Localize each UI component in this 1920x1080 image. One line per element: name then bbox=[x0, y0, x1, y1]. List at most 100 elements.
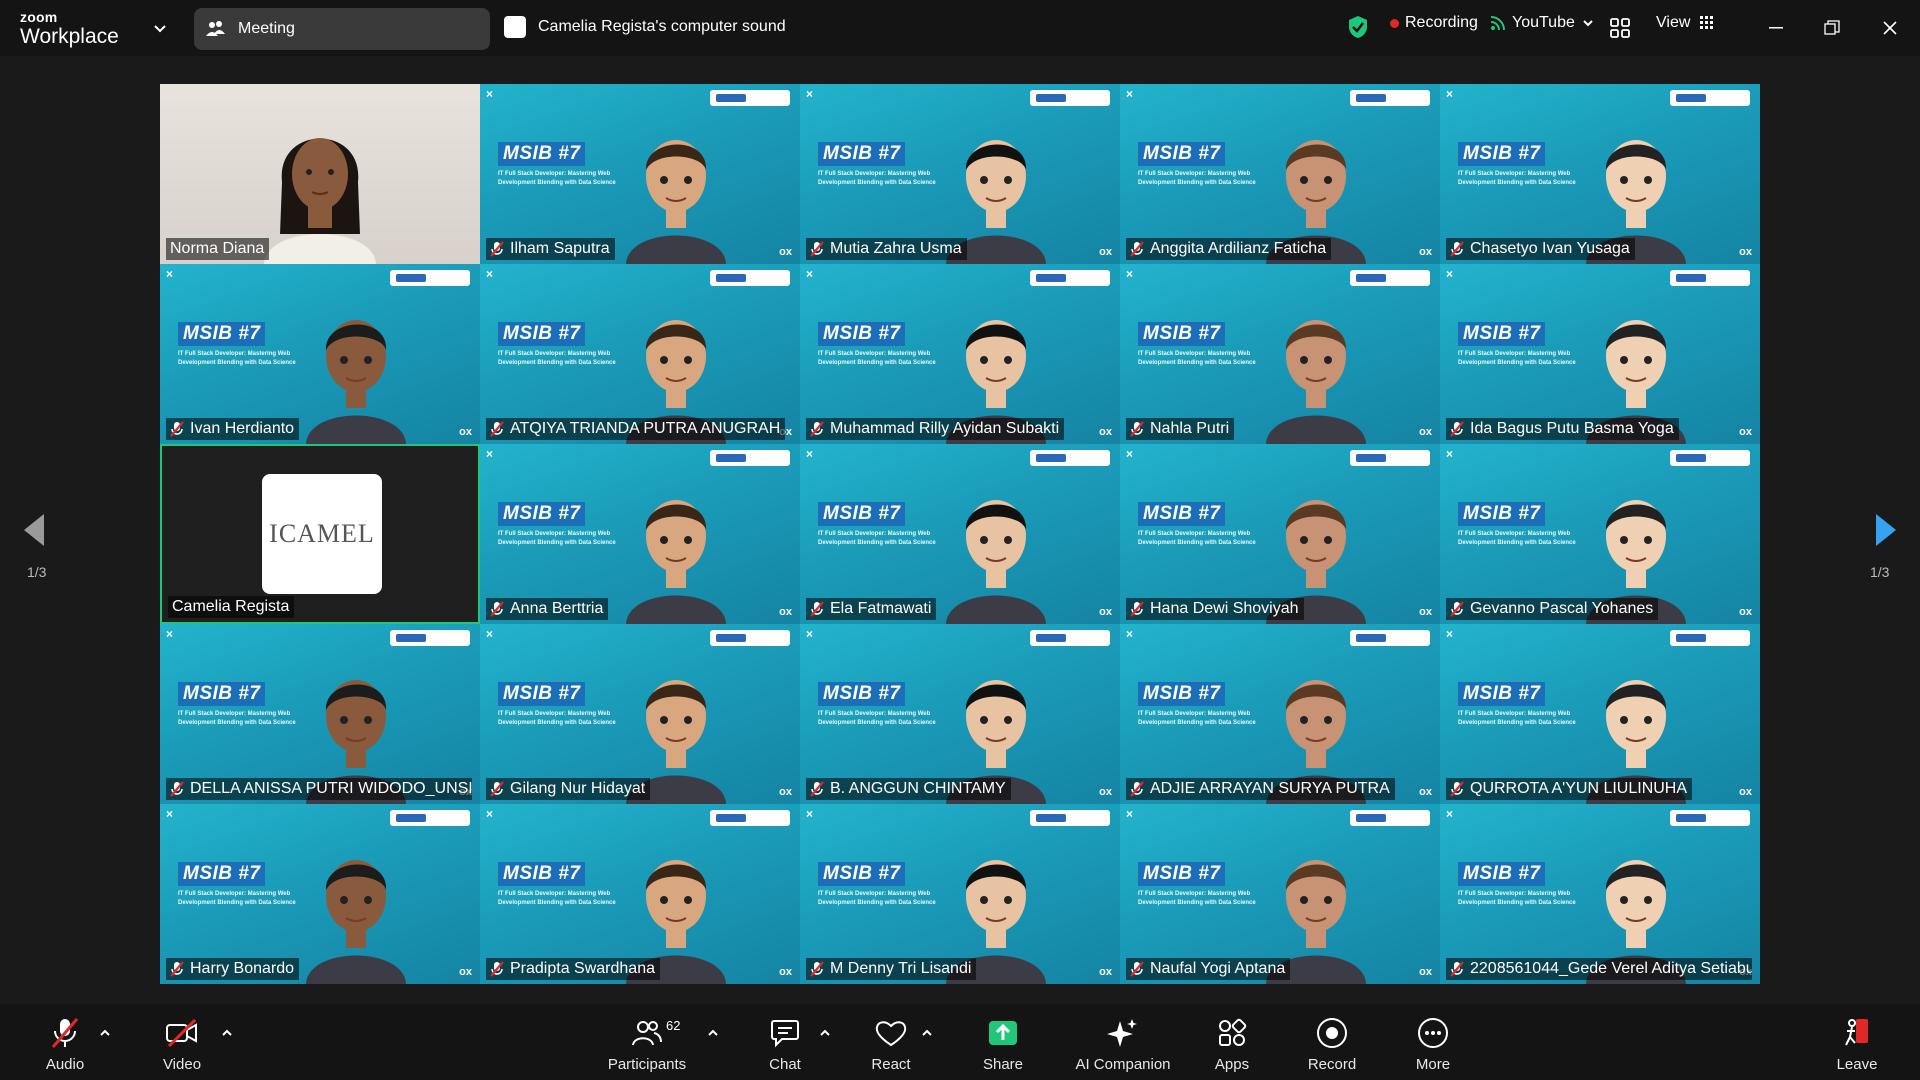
background-brand-logo bbox=[710, 450, 790, 466]
audio-options-icon[interactable] bbox=[98, 1026, 112, 1040]
participant-name-tag: ATQIYA TRIANDA PUTRA ANUGRAH bbox=[486, 418, 786, 440]
audio-button[interactable]: Audio bbox=[10, 1016, 120, 1073]
background-subtitle: IT Full Stack Developer: Mastering Web D… bbox=[498, 711, 616, 726]
chat-label: Chat bbox=[769, 1056, 801, 1073]
participant-name-tag: Ida Bagus Putu Basma Yoga bbox=[1446, 418, 1679, 440]
recording-dot-icon bbox=[1390, 18, 1399, 28]
close-mark-icon: × bbox=[166, 807, 174, 821]
close-mark-icon: × bbox=[1446, 447, 1454, 461]
next-page-icon[interactable] bbox=[1874, 512, 1898, 548]
video-label: Video bbox=[162, 1056, 202, 1073]
background-brand-logo bbox=[1350, 90, 1430, 106]
background-subtitle: IT Full Stack Developer: Mastering Web D… bbox=[1458, 531, 1576, 546]
record-button[interactable]: Record bbox=[1277, 1016, 1387, 1073]
close-mark-icon: × bbox=[806, 807, 814, 821]
previous-page-icon[interactable] bbox=[22, 512, 46, 548]
close-mark-icon: × bbox=[806, 87, 814, 101]
encryption-shield-icon[interactable] bbox=[1347, 15, 1369, 39]
participant-tile[interactable]: MSIB #7 IT Full Stack Developer: Masterin… bbox=[160, 804, 480, 984]
close-mark-icon: × bbox=[166, 267, 174, 281]
participant-tile[interactable]: MSIB #7 IT Full Stack Developer: Masterin… bbox=[1440, 264, 1760, 444]
mic-muted-icon bbox=[1130, 241, 1144, 257]
avatar-figure bbox=[306, 860, 406, 984]
view-label: View bbox=[1656, 14, 1691, 31]
background-subtitle: IT Full Stack Developer: Mastering Web D… bbox=[818, 531, 936, 546]
participant-tile[interactable]: MSIB #7 IT Full Stack Developer: Masterin… bbox=[480, 444, 800, 624]
participant-name-tag: Ivan Herdianto bbox=[166, 418, 300, 440]
recording-indicator[interactable]: Recording bbox=[1390, 14, 1478, 32]
mic-muted-icon bbox=[170, 781, 184, 797]
participant-tile[interactable]: MSIB #7 IT Full Stack Developer: Masterin… bbox=[1120, 444, 1440, 624]
participant-tile[interactable]: MSIB #7 IT Full Stack Developer: Masterin… bbox=[1440, 804, 1760, 984]
participant-tile[interactable]: MSIB #7 IT Full Stack Developer: Masterin… bbox=[480, 84, 800, 264]
participant-tile[interactable]: MSIB #7 IT Full Stack Developer: Masterin… bbox=[1440, 624, 1760, 804]
background-brand-logo bbox=[710, 810, 790, 826]
participant-tile[interactable]: MSIB #7 IT Full Stack Developer: Masterin… bbox=[800, 444, 1120, 624]
close-icon[interactable] bbox=[1876, 14, 1904, 42]
background-title: MSIB #7 bbox=[1458, 502, 1546, 526]
camera-off-icon bbox=[166, 1019, 197, 1047]
participant-name: ADJIE ARRAYAN SURYA PUTRA bbox=[1150, 780, 1390, 797]
chat-options-icon[interactable] bbox=[818, 1026, 832, 1040]
participant-tile[interactable]: MSIB #7 IT Full Stack Developer: Masterin… bbox=[480, 804, 800, 984]
participant-tile[interactable]: MSIB #7 IT Full Stack Developer: Masterin… bbox=[1440, 444, 1760, 624]
close-mark-icon: × bbox=[486, 267, 494, 281]
video-button[interactable]: Video bbox=[127, 1016, 237, 1073]
more-button[interactable]: More bbox=[1378, 1016, 1488, 1073]
minimize-icon[interactable] bbox=[1762, 14, 1790, 42]
react-options-icon[interactable] bbox=[920, 1026, 934, 1040]
participant-name-tag: DELLA ANISSA PUTRI WIDODO_UNSIKA bbox=[166, 778, 472, 800]
react-button[interactable]: React bbox=[836, 1016, 946, 1073]
participant-tile[interactable]: MSIB #7 IT Full Stack Developer: Masterin… bbox=[160, 264, 480, 444]
chevron-down-icon[interactable] bbox=[152, 20, 168, 36]
ai-companion-button[interactable]: AI Companion bbox=[1068, 1016, 1178, 1073]
participant-name: QURROTA A'YUN LIULINUHA bbox=[1470, 780, 1688, 797]
background-brand-logo bbox=[1670, 630, 1750, 646]
participants-button[interactable]: 62 Participants bbox=[592, 1016, 702, 1073]
participant-tile[interactable]: MSIB #7 IT Full Stack Developer: Masterin… bbox=[1440, 84, 1760, 264]
react-label: React bbox=[871, 1056, 911, 1073]
participants-options-icon[interactable] bbox=[706, 1026, 720, 1040]
video-options-icon[interactable] bbox=[220, 1026, 234, 1040]
chat-button[interactable]: Chat bbox=[730, 1016, 840, 1073]
participant-tile[interactable]: Norma Diana bbox=[160, 84, 480, 264]
background-subtitle: IT Full Stack Developer: Mastering Web D… bbox=[1138, 711, 1256, 726]
participant-tile[interactable]: MSIB #7 IT Full Stack Developer: Masterin… bbox=[480, 264, 800, 444]
participant-tile[interactable]: ICAMEL Camelia Regista bbox=[160, 444, 480, 624]
leave-button[interactable]: Leave bbox=[1802, 1016, 1912, 1073]
participant-name: B. ANGGUN CHINTAMY bbox=[830, 780, 1006, 797]
participant-tile[interactable]: MSIB #7 IT Full Stack Developer: Masterin… bbox=[800, 264, 1120, 444]
close-mark-icon: × bbox=[1126, 87, 1134, 101]
background-subtitle: IT Full Stack Developer: Mastering Web D… bbox=[498, 171, 616, 186]
background-subtitle: IT Full Stack Developer: Mastering Web D… bbox=[498, 891, 616, 906]
participants-label: Participants bbox=[607, 1056, 687, 1073]
background-title: MSIB #7 bbox=[1458, 682, 1546, 706]
restore-icon[interactable] bbox=[1818, 14, 1846, 42]
participant-tile[interactable]: MSIB #7 IT Full Stack Developer: Masterin… bbox=[1120, 84, 1440, 264]
meeting-tab[interactable]: Meeting bbox=[194, 8, 490, 50]
zoom-logo-line2: Workplace bbox=[20, 25, 119, 48]
background-corner-mark: ox bbox=[779, 246, 792, 258]
participant-name: Gilang Nur Hidayat bbox=[510, 780, 646, 797]
close-mark-icon: × bbox=[1126, 627, 1134, 641]
participant-tile[interactable]: MSIB #7 IT Full Stack Developer: Masterin… bbox=[160, 624, 480, 804]
background-title: MSIB #7 bbox=[818, 862, 906, 886]
participant-name: Mutia Zahra Usma bbox=[830, 240, 962, 257]
participant-tile[interactable]: MSIB #7 IT Full Stack Developer: Masterin… bbox=[1120, 264, 1440, 444]
close-mark-icon: × bbox=[806, 447, 814, 461]
participant-tile[interactable]: MSIB #7 IT Full Stack Developer: Masterin… bbox=[800, 84, 1120, 264]
gallery-grid-icon[interactable] bbox=[1610, 18, 1630, 38]
livestream-button[interactable]: YouTube bbox=[1490, 14, 1595, 32]
apps-button[interactable]: Apps bbox=[1177, 1016, 1287, 1073]
mic-muted-icon bbox=[1130, 601, 1144, 617]
participant-tile[interactable]: MSIB #7 IT Full Stack Developer: Masterin… bbox=[800, 624, 1120, 804]
participant-tile[interactable]: MSIB #7 IT Full Stack Developer: Masterin… bbox=[1120, 804, 1440, 984]
background-title: MSIB #7 bbox=[498, 682, 586, 706]
participant-name: Chasetyo Ivan Yusaga bbox=[1470, 240, 1630, 257]
view-button[interactable]: View bbox=[1656, 14, 1714, 32]
participant-tile[interactable]: MSIB #7 IT Full Stack Developer: Masterin… bbox=[800, 804, 1120, 984]
participant-tile[interactable]: MSIB #7 IT Full Stack Developer: Masterin… bbox=[1120, 624, 1440, 804]
share-button[interactable]: Share bbox=[948, 1016, 1058, 1073]
mic-muted-icon bbox=[490, 961, 504, 977]
participant-tile[interactable]: MSIB #7 IT Full Stack Developer: Masterin… bbox=[480, 624, 800, 804]
